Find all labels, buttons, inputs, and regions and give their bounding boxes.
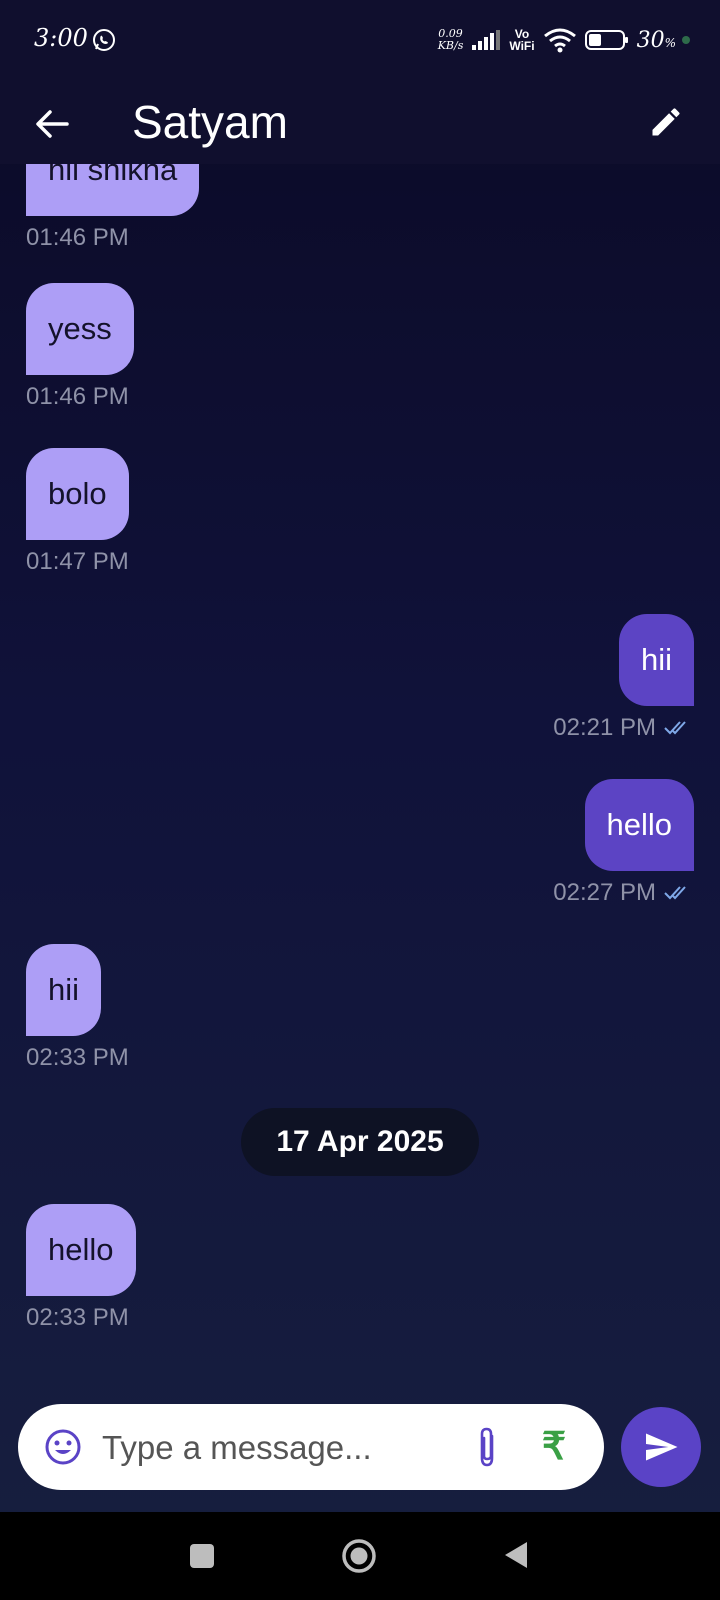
status-time: 3:00 xyxy=(34,24,88,52)
message-time-text: 02:21 PM xyxy=(553,714,656,741)
battery-unit: % xyxy=(664,35,676,50)
edit-button[interactable] xyxy=(642,98,690,146)
back-button[interactable] xyxy=(28,100,76,148)
status-bar: 3:00 0.09 KB/s Vo WiFi 30% xyxy=(0,0,720,80)
double-check-icon xyxy=(664,886,686,900)
send-icon xyxy=(646,1433,678,1461)
status-indicators: 0.09 KB/s Vo WiFi 30% xyxy=(438,22,690,58)
message-bubble[interactable]: bolo xyxy=(26,448,129,540)
net-speed-unit: KB/s xyxy=(437,39,464,52)
message-bubble[interactable]: hello xyxy=(26,1204,136,1296)
send-button[interactable] xyxy=(621,1407,701,1487)
battery-icon xyxy=(584,30,628,50)
vowifi-indicator: Vo WiFi xyxy=(509,28,534,52)
message-bubble[interactable]: hello xyxy=(584,779,694,871)
message-bubble[interactable]: hii xyxy=(26,944,102,1036)
message-incoming: hello 02:33 PM xyxy=(26,1204,136,1332)
signal-icon xyxy=(472,30,501,50)
message-incoming: hii 02:33 PM xyxy=(26,944,129,1072)
system-nav-bar xyxy=(0,1512,720,1600)
message-time-text: 02:27 PM xyxy=(553,879,656,906)
message-time: 01:46 PM xyxy=(26,224,199,252)
message-time: 01:47 PM xyxy=(26,548,129,576)
battery-percentage: 30% xyxy=(637,28,676,53)
message-time: 02:33 PM xyxy=(26,1304,136,1332)
message-time: 02:33 PM xyxy=(26,1044,129,1072)
emoji-icon[interactable] xyxy=(44,1428,82,1466)
message-incoming: bolo 01:47 PM xyxy=(26,448,129,576)
recents-button[interactable] xyxy=(190,1544,214,1568)
message-bubble[interactable]: hii shikha xyxy=(26,164,200,216)
message-bubble[interactable]: yess xyxy=(26,283,134,375)
nav-back-button[interactable] xyxy=(503,1540,529,1570)
rupee-payment-button[interactable]: ₹ xyxy=(536,1424,572,1470)
message-outgoing: hello 02:27 PM xyxy=(553,779,694,907)
arrow-left-icon xyxy=(36,110,69,138)
network-speed: 0.09 KB/s xyxy=(438,28,464,52)
message-input[interactable] xyxy=(100,1422,464,1474)
pencil-icon xyxy=(652,108,680,136)
message-time: 02:27 PM xyxy=(553,879,694,907)
message-time-text: 02:33 PM xyxy=(26,1044,129,1071)
date-separator: 17 Apr 2025 xyxy=(241,1108,479,1176)
paperclip-icon[interactable] xyxy=(470,1426,506,1470)
message-time: 01:46 PM xyxy=(26,383,134,411)
home-button[interactable] xyxy=(341,1538,377,1574)
privacy-indicator-dot xyxy=(682,36,690,44)
wifi-icon xyxy=(543,28,576,53)
message-time-text: 02:33 PM xyxy=(26,1304,129,1331)
wifi-label: WiFi xyxy=(509,39,535,53)
double-check-icon xyxy=(664,721,686,735)
message-bubble[interactable]: hii xyxy=(618,614,694,706)
message-time-text: 01:46 PM xyxy=(26,224,129,251)
app-bar: Satyam xyxy=(0,80,720,164)
message-time-text: 01:46 PM xyxy=(26,383,129,410)
message-incoming: hii shikha 01:46 PM xyxy=(26,164,200,252)
battery-value: 30 xyxy=(636,27,665,53)
message-composer: ₹ xyxy=(18,1404,604,1490)
message-incoming: yess 01:46 PM xyxy=(26,283,134,411)
message-outgoing: hii 02:21 PM xyxy=(553,614,694,742)
message-time-text: 01:47 PM xyxy=(26,548,129,575)
whatsapp-icon xyxy=(93,29,115,51)
message-time: 02:21 PM xyxy=(553,714,694,742)
chat-title: Satyam xyxy=(132,96,288,148)
message-list[interactable]: hii shikha 01:46 PM yess 01:46 PM bolo 0… xyxy=(0,164,720,1392)
